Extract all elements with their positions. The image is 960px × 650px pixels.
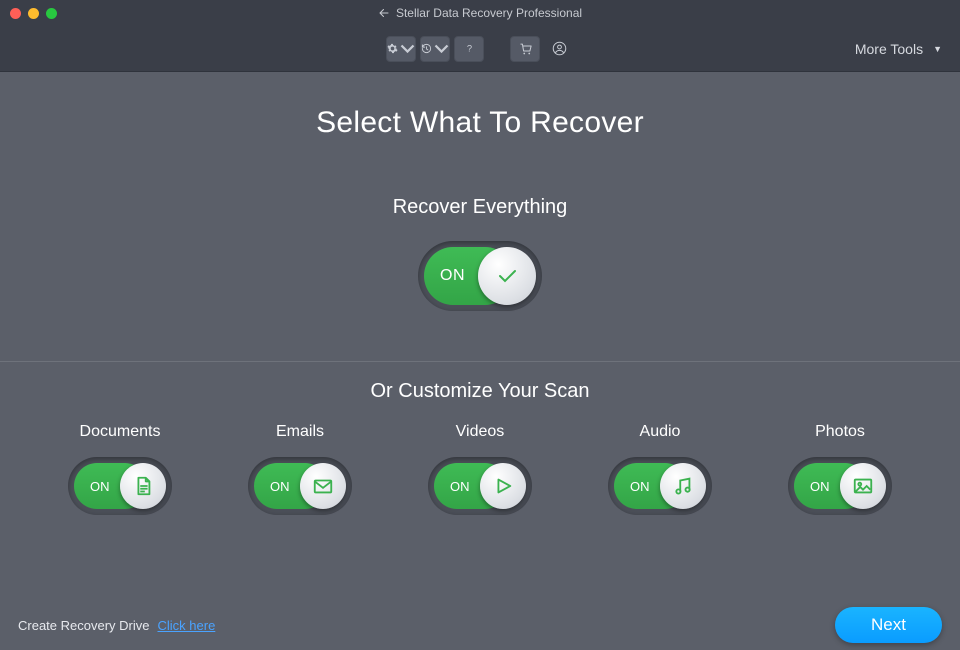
category-videos: Videos ON	[428, 423, 532, 515]
recover-everything-toggle-wrap: ON	[0, 241, 960, 311]
caret-down-icon	[434, 41, 449, 56]
history-icon	[421, 41, 432, 56]
play-icon	[492, 475, 514, 497]
account-button[interactable]	[544, 36, 574, 62]
next-button[interactable]: Next	[835, 607, 942, 643]
toggle-state-label: ON	[90, 479, 110, 494]
close-window-button[interactable]	[10, 8, 21, 19]
toolbar-group: ?	[386, 36, 574, 62]
window-title: Stellar Data Recovery Professional	[0, 6, 960, 20]
divider	[0, 361, 960, 362]
image-icon	[852, 475, 874, 497]
emails-toggle[interactable]: ON	[254, 463, 346, 509]
toggle-knob	[660, 463, 706, 509]
minimize-window-button[interactable]	[28, 8, 39, 19]
check-icon	[495, 264, 519, 288]
toggle-state-label: ON	[440, 267, 465, 285]
recover-everything-label: Recover Everything	[0, 196, 960, 219]
toggle-state-label: ON	[630, 479, 650, 494]
titlebar: Stellar Data Recovery Professional	[0, 0, 960, 26]
toggle-knob	[120, 463, 166, 509]
mail-icon	[312, 475, 334, 497]
create-recovery-drive-link[interactable]: Click here	[158, 618, 216, 633]
history-button[interactable]	[420, 36, 450, 62]
customize-scan-label: Or Customize Your Scan	[0, 380, 960, 403]
category-label: Documents	[80, 423, 161, 441]
category-audio: Audio ON	[608, 423, 712, 515]
music-icon	[672, 475, 694, 497]
toggle-state-label: ON	[810, 479, 830, 494]
toggle-knob	[840, 463, 886, 509]
toggle-knob	[480, 463, 526, 509]
toggle-knob	[478, 247, 536, 305]
category-documents: Documents ON	[68, 423, 172, 515]
category-photos: Photos ON	[788, 423, 892, 515]
create-recovery-drive: Create Recovery Drive Click here	[18, 618, 215, 633]
more-tools-menu[interactable]: More Tools ▼	[855, 26, 942, 72]
recover-everything-toggle[interactable]: ON	[424, 247, 536, 305]
back-arrow-icon	[378, 7, 390, 19]
toggle-knob	[300, 463, 346, 509]
toggle-state-label: ON	[450, 479, 470, 494]
window-title-text: Stellar Data Recovery Professional	[396, 6, 582, 20]
help-button[interactable]: ?	[454, 36, 484, 62]
caret-down-icon	[400, 41, 415, 56]
videos-toggle[interactable]: ON	[434, 463, 526, 509]
footer: Create Recovery Drive Click here Next	[0, 600, 960, 650]
create-recovery-drive-label: Create Recovery Drive	[18, 618, 150, 633]
documents-toggle[interactable]: ON	[74, 463, 166, 509]
category-label: Audio	[640, 423, 681, 441]
main-content: Select What To Recover Recover Everythin…	[0, 72, 960, 515]
help-icon: ?	[462, 41, 477, 56]
caret-down-icon: ▼	[933, 44, 942, 54]
toolbar: ? More Tools ▼	[0, 26, 960, 72]
cart-icon	[518, 41, 533, 56]
window-controls	[10, 8, 57, 19]
category-label: Videos	[456, 423, 505, 441]
settings-button[interactable]	[386, 36, 416, 62]
toggle-state-label: ON	[270, 479, 290, 494]
audio-toggle[interactable]: ON	[614, 463, 706, 509]
maximize-window-button[interactable]	[46, 8, 57, 19]
category-label: Photos	[815, 423, 865, 441]
document-icon	[132, 475, 154, 497]
category-label: Emails	[276, 423, 324, 441]
gear-icon	[387, 41, 398, 56]
category-row: Documents ON Emails ON	[0, 423, 960, 515]
cart-button[interactable]	[510, 36, 540, 62]
photos-toggle[interactable]: ON	[794, 463, 886, 509]
category-emails: Emails ON	[248, 423, 352, 515]
user-icon	[552, 41, 567, 56]
svg-text:?: ?	[466, 44, 471, 54]
page-title: Select What To Recover	[0, 106, 960, 140]
more-tools-label: More Tools	[855, 41, 923, 57]
